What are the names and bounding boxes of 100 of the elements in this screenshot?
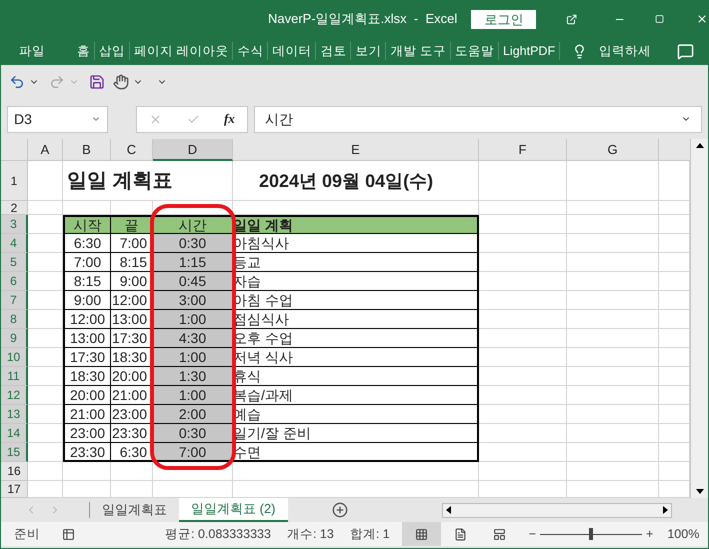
sheet-cell[interactable] <box>28 272 63 291</box>
row-header[interactable]: 7 <box>1 291 28 310</box>
scroll-right-icon[interactable] <box>662 506 668 514</box>
sheet-cell[interactable] <box>567 201 659 215</box>
undo-icon[interactable] <box>9 74 25 90</box>
comment-icon[interactable] <box>677 42 694 60</box>
sheet-cell[interactable] <box>479 405 567 424</box>
sheet-cell[interactable] <box>479 329 567 348</box>
sheet-cell[interactable] <box>28 310 63 329</box>
row-header[interactable]: 1 <box>1 161 28 201</box>
ribbon-tab[interactable]: 데이터 <box>268 42 316 60</box>
sheet-cell[interactable] <box>63 462 111 481</box>
sheet-cell[interactable] <box>567 234 659 253</box>
macro-record-icon[interactable] <box>62 528 75 540</box>
sheet-cell[interactable] <box>28 253 63 272</box>
sheet-cell[interactable] <box>28 367 63 386</box>
column-header[interactable]: F <box>479 139 567 161</box>
ribbon-tab[interactable]: 페이지 레이아웃 <box>130 42 232 60</box>
sheet-tab[interactable]: 일일계획표 <box>90 498 179 522</box>
row-header[interactable]: 16 <box>1 462 28 481</box>
sheet-cell[interactable] <box>567 424 659 443</box>
sheet-cell[interactable] <box>567 161 659 201</box>
sheet-cell[interactable] <box>567 310 659 329</box>
sheet-cell[interactable] <box>28 291 63 310</box>
login-button[interactable]: 로그인 <box>471 10 536 28</box>
ribbon-tab[interactable]: 삽입 <box>95 42 129 60</box>
row-header[interactable]: 2 <box>1 201 28 215</box>
sheet-cell[interactable] <box>567 405 659 424</box>
row-header[interactable]: 10 <box>1 348 28 367</box>
ribbon-tab[interactable]: 수식 <box>233 42 268 60</box>
ribbon-tab[interactable]: 검토 <box>316 42 350 60</box>
row-header[interactable]: 6 <box>1 272 28 291</box>
normal-view-button[interactable] <box>402 522 441 546</box>
row-header[interactable]: 9 <box>1 329 28 348</box>
sheet-cell[interactable] <box>233 462 479 481</box>
row-header[interactable]: 12 <box>1 386 28 405</box>
sheet-cell[interactable] <box>479 424 567 443</box>
column-header[interactable]: D <box>153 139 233 161</box>
sheet-cell[interactable] <box>479 348 567 367</box>
sheet-cell[interactable] <box>479 215 567 234</box>
sheet-cell[interactable] <box>28 348 63 367</box>
sheet-cell[interactable] <box>567 443 659 462</box>
sheet-cell[interactable] <box>153 462 233 481</box>
name-box[interactable]: D3 <box>7 106 108 132</box>
scroll-up-icon[interactable] <box>696 143 704 148</box>
sheet-cell[interactable] <box>28 443 63 462</box>
insert-function-button[interactable]: fx <box>224 109 235 129</box>
sheet-cell[interactable] <box>479 367 567 386</box>
sheet-cell[interactable] <box>479 291 567 310</box>
row-header[interactable]: 14 <box>1 424 28 443</box>
row-header[interactable]: 3 <box>1 215 28 234</box>
column-header[interactable]: E <box>233 139 479 161</box>
sheet-cell[interactable] <box>479 253 567 272</box>
sheet-cell[interactable] <box>28 386 63 405</box>
sheet-cell[interactable] <box>28 234 63 253</box>
zoom-out-button[interactable]: − <box>528 524 536 544</box>
sheet-cell[interactable] <box>567 348 659 367</box>
sheet-tab[interactable]: 일일계획표 (2) <box>179 498 288 522</box>
ribbon-tab[interactable]: 개발 도구 <box>386 42 450 60</box>
sheet-cell[interactable] <box>479 310 567 329</box>
save-icon[interactable] <box>89 74 105 90</box>
sheet-cell[interactable] <box>28 462 63 481</box>
sheet-cell[interactable] <box>479 161 567 201</box>
ribbon-tab[interactable]: 도움말 <box>450 42 498 60</box>
add-sheet-icon[interactable] <box>332 502 348 518</box>
tell-me-field[interactable]: 입력하세 <box>599 42 652 60</box>
enter-icon[interactable] <box>186 112 200 126</box>
sheet-cell[interactable] <box>567 253 659 272</box>
row-header[interactable]: 15 <box>1 443 28 462</box>
vertical-scrollbar[interactable] <box>690 139 708 498</box>
sheet-cell[interactable] <box>567 386 659 405</box>
sheet-cell[interactable] <box>567 291 659 310</box>
sheet-cell[interactable] <box>28 201 63 215</box>
maximize-icon[interactable] <box>654 13 664 25</box>
sheet-cell[interactable] <box>479 462 567 481</box>
sheet-cell[interactable] <box>567 215 659 234</box>
sheet-cell[interactable] <box>28 424 63 443</box>
sheet-cell[interactable] <box>567 367 659 386</box>
hand-icon[interactable] <box>113 74 129 90</box>
ribbon-tab[interactable]: 보기 <box>351 42 386 60</box>
sheet-cell[interactable] <box>567 272 659 291</box>
sheet-cell[interactable] <box>28 405 63 424</box>
sheet-cell[interactable] <box>567 462 659 481</box>
row-header[interactable]: 11 <box>1 367 28 386</box>
row-header[interactable]: 8 <box>1 310 28 329</box>
row-header[interactable]: 4 <box>1 234 28 253</box>
row-header[interactable]: 5 <box>1 253 28 272</box>
sheet-cell[interactable] <box>479 201 567 215</box>
zoom-in-button[interactable]: + <box>646 524 654 544</box>
sheet-cell[interactable] <box>479 386 567 405</box>
ribbon-tab[interactable]: 파일 <box>1 42 73 60</box>
horizontal-scrollbar[interactable] <box>442 502 672 518</box>
column-header[interactable]: G <box>567 139 659 161</box>
row-header[interactable]: 17 <box>1 481 28 498</box>
sheet-cell[interactable] <box>479 443 567 462</box>
zoom-percent[interactable]: 100% <box>667 524 700 544</box>
sheet-cell[interactable] <box>111 462 153 481</box>
scroll-left-icon[interactable] <box>446 506 450 514</box>
sheet-cell[interactable] <box>28 329 63 348</box>
zoom-slider[interactable] <box>540 528 642 540</box>
